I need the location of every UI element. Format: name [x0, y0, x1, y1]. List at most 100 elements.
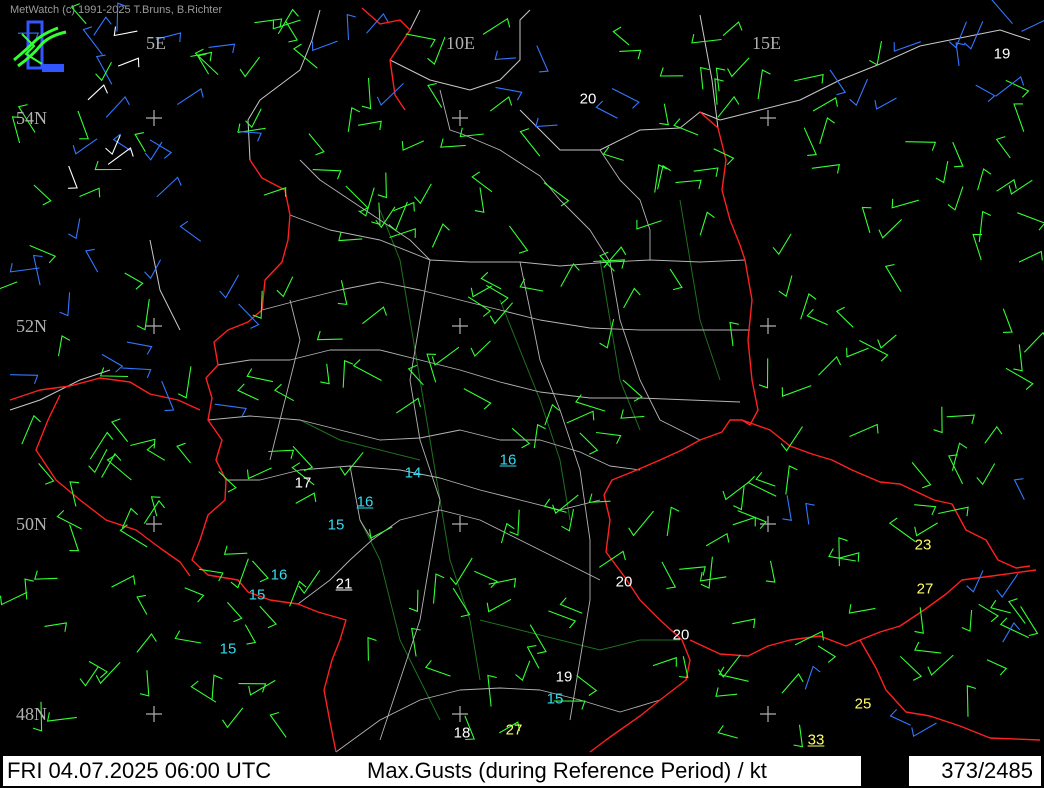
gust-label[interactable]: 18	[454, 725, 471, 742]
weather-map[interactable]: MetWatch (c) 1991-2025 T.Bruns, B.Richte…	[0, 0, 1044, 788]
wind-barb	[494, 50, 516, 61]
wind-barb	[29, 244, 57, 264]
wind-barb	[68, 165, 78, 189]
gust-label[interactable]: 16	[357, 494, 374, 511]
wind-barb	[654, 164, 668, 193]
wind-barb	[543, 498, 567, 513]
gust-label[interactable]: 20	[580, 91, 597, 108]
wind-barb	[700, 556, 713, 589]
gust-label[interactable]: 14	[405, 465, 422, 482]
gust-label[interactable]: 16	[271, 567, 288, 584]
wind-barb	[69, 524, 80, 552]
wind-barb	[666, 506, 680, 536]
wind-barb	[431, 346, 460, 366]
wind-barb	[602, 146, 624, 161]
wind-barb	[69, 481, 80, 507]
admin-boundary	[599, 149, 651, 260]
gust-label[interactable]: 25	[855, 696, 872, 713]
gust-label[interactable]: 15	[547, 691, 564, 708]
wind-barb	[431, 223, 450, 248]
wind-barb	[891, 198, 919, 209]
wind-barb	[156, 176, 182, 198]
wind-barb	[21, 414, 41, 445]
wind-barb	[93, 16, 112, 36]
wind-barb	[693, 167, 719, 177]
wind-barb	[88, 660, 109, 679]
river	[379, 209, 481, 681]
wind-barb	[347, 106, 361, 132]
gust-label[interactable]: 20	[673, 627, 690, 644]
wind-barb	[849, 78, 869, 107]
gust-label[interactable]: 17	[295, 475, 312, 492]
wind-barb	[308, 133, 325, 156]
admin-boundary	[299, 159, 431, 261]
wind-barb	[817, 645, 837, 663]
wind-barb	[222, 707, 244, 729]
wind-barb	[714, 78, 724, 105]
wind-barb	[515, 660, 531, 682]
wind-barb	[259, 605, 278, 629]
wind-barb	[717, 724, 738, 739]
wind-barb	[911, 462, 932, 489]
wind-barb	[389, 228, 416, 239]
country-border	[689, 569, 1037, 657]
gust-label[interactable]: 23	[915, 537, 932, 554]
wind-barb	[811, 164, 840, 174]
wind-barb	[560, 262, 580, 287]
wind-barb	[346, 13, 356, 41]
gust-label[interactable]: 20	[616, 574, 633, 591]
wind-barb	[977, 168, 992, 191]
wind-barb	[717, 95, 740, 118]
wind-barb	[427, 36, 446, 66]
wind-barb	[68, 218, 81, 240]
wind-barb	[1008, 598, 1026, 624]
map-canvas[interactable]	[0, 0, 1044, 788]
wind-barb	[338, 231, 363, 242]
gust-label[interactable]: 15	[328, 517, 345, 534]
wind-barb	[285, 20, 299, 43]
wind-barb	[117, 57, 140, 68]
wind-barb	[972, 233, 983, 261]
wind-barb	[218, 471, 237, 493]
gust-label[interactable]: 19	[994, 46, 1011, 63]
wind-barb	[88, 448, 108, 474]
latitude-label-54n: 54N	[16, 108, 47, 128]
wind-barb	[474, 187, 485, 213]
wind-barb	[268, 449, 295, 459]
gust-label[interactable]: 27	[506, 722, 523, 739]
wind-barb	[803, 127, 818, 156]
latitude-label-50n: 50N	[16, 514, 47, 534]
grid-cross	[146, 110, 162, 126]
gust-label[interactable]: 33	[808, 732, 825, 749]
gust-label[interactable]: 15	[249, 587, 266, 604]
gust-label[interactable]: 16	[500, 452, 517, 469]
gust-label[interactable]: 21	[336, 576, 353, 593]
wind-barb	[878, 219, 903, 239]
wind-barb	[669, 268, 683, 291]
wind-barb	[413, 183, 432, 205]
wind-barb	[367, 636, 377, 661]
latitude-label-48n: 48N	[16, 704, 47, 724]
gust-label[interactable]: 15	[220, 641, 237, 658]
wind-barb	[95, 661, 121, 685]
wind-barb	[295, 492, 317, 504]
wind-barb	[772, 233, 792, 256]
wind-barb	[424, 659, 451, 677]
valid-time: FRI 04.07.2025 06:00 UTC	[7, 758, 272, 783]
parameter-name: Max.Gusts (during Reference Period) / kt	[367, 758, 767, 783]
wind-barb	[470, 285, 492, 298]
wind-barb	[595, 100, 618, 119]
wind-barb	[990, 599, 1011, 614]
gust-label[interactable]: 19	[556, 669, 573, 686]
wind-barb	[611, 88, 640, 109]
wind-barb	[675, 179, 702, 190]
wind-barb	[999, 617, 1029, 639]
wind-barb	[72, 138, 98, 155]
wind-barb	[1008, 179, 1033, 195]
gust-label[interactable]: 27	[917, 581, 934, 598]
wind-barb	[33, 184, 52, 206]
wind-barb	[946, 414, 976, 424]
wind-barb	[214, 403, 247, 417]
station-count: 373/2485	[941, 758, 1033, 783]
grid-cross	[146, 516, 162, 532]
